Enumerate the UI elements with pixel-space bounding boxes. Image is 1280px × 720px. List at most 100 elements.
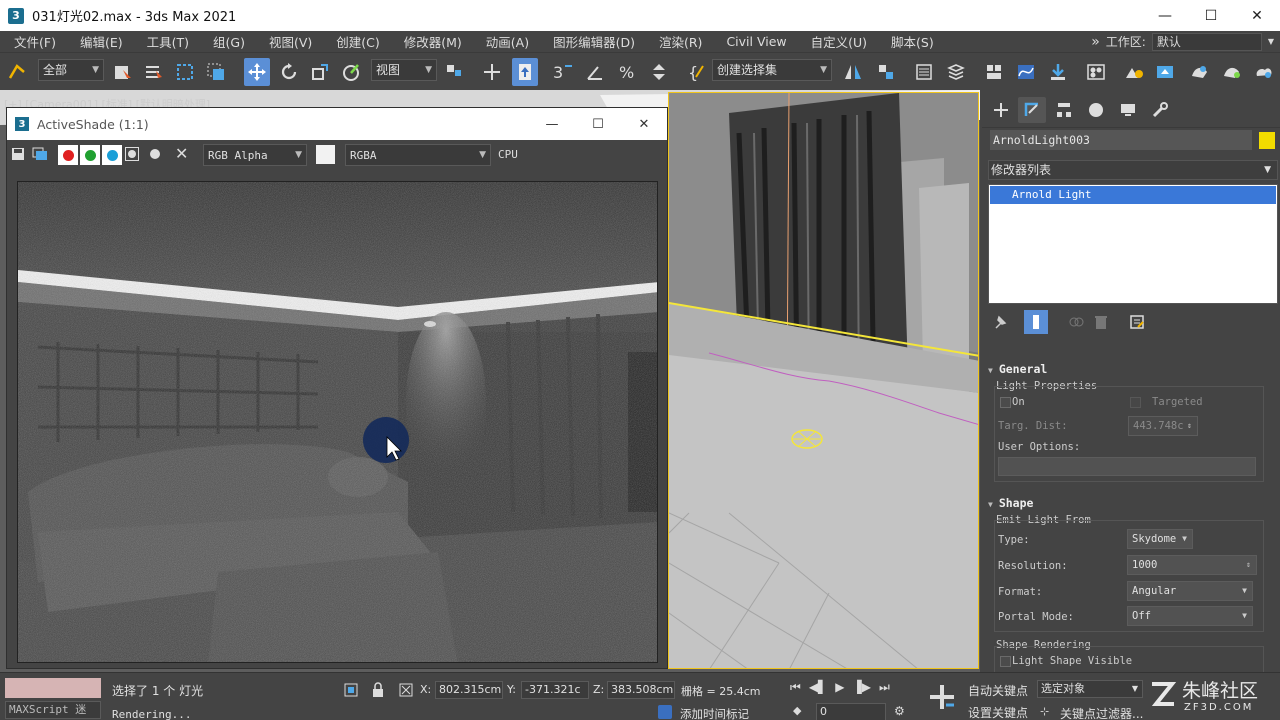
material-editor-icon[interactable] — [1083, 58, 1109, 86]
align-icon[interactable] — [873, 58, 899, 86]
workspace-select[interactable]: 默认 — [1151, 32, 1262, 51]
render-production-icon[interactable] — [1187, 58, 1213, 86]
activeshade-maximize-button[interactable]: ☐ — [575, 108, 621, 140]
snaps-toggle-icon[interactable]: 3 — [550, 58, 576, 86]
mirror-icon[interactable] — [840, 58, 866, 86]
targ-dist-spinner[interactable]: 443.748c ⇕ — [1128, 416, 1198, 436]
set-key-big-icon[interactable] — [928, 683, 956, 714]
close-button[interactable]: ✕ — [1234, 0, 1280, 31]
schematic-view-icon[interactable] — [1045, 58, 1071, 86]
toggle-ribbon-icon[interactable] — [981, 58, 1007, 86]
placement-tool-icon[interactable] — [338, 58, 364, 86]
menu-rendering[interactable]: 渲染(R) — [645, 32, 702, 51]
menu-scripting[interactable]: 脚本(S) — [877, 32, 934, 51]
x-coordinate-field[interactable]: 802.315cm — [435, 681, 503, 699]
activeshade-title-bar[interactable]: 3 ActiveShade (1:1) — ☐ ✕ — [7, 108, 667, 140]
green-channel-icon[interactable] — [80, 145, 100, 165]
auto-key-button[interactable]: 自动关键点 — [968, 682, 1028, 699]
display-tab-icon[interactable] — [1114, 97, 1142, 123]
modifier-list-dropdown[interactable]: 修改器列表 ▼ — [988, 160, 1278, 180]
rotate-tool-icon[interactable] — [276, 58, 302, 86]
goto-end-icon[interactable]: ⏭ — [879, 680, 890, 695]
menu-customize[interactable]: 自定义(U) — [797, 32, 867, 51]
goto-start-icon[interactable]: ⏮ — [790, 680, 801, 695]
clone-window-icon[interactable] — [32, 147, 48, 164]
maximize-button[interactable]: ☐ — [1188, 0, 1234, 31]
previous-frame-icon[interactable]: ◀▌ — [809, 680, 827, 695]
menu-graph-editors[interactable]: 图形编辑器(D) — [539, 32, 635, 51]
object-color-swatch[interactable] — [1259, 132, 1275, 149]
save-image-icon[interactable] — [11, 147, 25, 164]
next-frame-icon[interactable]: ▐▶ — [853, 680, 871, 695]
link-icon[interactable] — [4, 58, 30, 86]
blue-channel-icon[interactable] — [102, 145, 122, 165]
menu-edit[interactable]: 编辑(E) — [66, 32, 123, 51]
create-tab-icon[interactable] — [987, 97, 1015, 123]
render-element-dropdown[interactable]: RGBA ▼ — [345, 144, 491, 166]
render-activeshade-icon[interactable] — [1219, 58, 1245, 86]
pin-stack-icon[interactable] — [992, 314, 1008, 333]
y-coordinate-field[interactable]: -371.321c — [521, 681, 589, 699]
reference-coordinate-dropdown[interactable]: 视图 ▼ — [371, 59, 437, 81]
key-filters-button[interactable]: 关键点过滤器... — [1060, 705, 1143, 720]
color-swatch-icon[interactable] — [316, 145, 335, 164]
configure-modifier-sets-icon[interactable] — [1129, 314, 1145, 333]
menu-overflow-button[interactable]: » — [1091, 34, 1100, 50]
menu-tools[interactable]: 工具(T) — [133, 32, 189, 51]
maxscript-mini-listener[interactable]: MAXScript 迷 — [5, 701, 101, 719]
keyboard-shortcut-override-icon[interactable] — [512, 58, 538, 86]
clear-icon[interactable]: ✕ — [175, 144, 188, 163]
selection-filter-dropdown[interactable]: 全部 ▼ — [38, 59, 104, 81]
light-shape-visible-checkbox[interactable] — [1000, 656, 1011, 667]
show-end-result-icon[interactable] — [1024, 310, 1048, 334]
window-crossing-icon[interactable] — [203, 58, 229, 86]
object-name-field[interactable]: ArnoldLight003 — [990, 130, 1252, 150]
current-frame-field[interactable]: 0 — [816, 703, 886, 720]
select-by-name-icon[interactable] — [141, 58, 167, 86]
play-icon[interactable]: ▶ — [835, 680, 844, 695]
menu-animation[interactable]: 动画(A) — [472, 32, 529, 51]
motion-tab-icon[interactable] — [1082, 97, 1110, 123]
perspective-viewport[interactable] — [668, 92, 979, 669]
edit-named-selection-icon[interactable]: { — [684, 58, 710, 86]
activeshade-minimize-button[interactable]: — — [529, 108, 575, 140]
render-setup-icon[interactable] — [1121, 58, 1147, 86]
general-rollout-header[interactable]: ▼ General — [988, 362, 1268, 378]
activeshade-render-canvas[interactable] — [17, 181, 658, 663]
z-coordinate-field[interactable]: 383.508cm — [607, 681, 675, 699]
key-mode-icon[interactable]: ◆ — [793, 704, 801, 717]
render-cloud-icon[interactable] — [1251, 58, 1277, 86]
select-object-icon[interactable] — [110, 58, 136, 86]
menu-view[interactable]: 视图(V) — [255, 32, 312, 51]
utilities-tab-icon[interactable] — [1146, 97, 1174, 123]
layer-explorer-icon[interactable] — [943, 58, 969, 86]
resolution-spinner[interactable]: 1000 ⇕ — [1127, 555, 1257, 575]
selected-object-dropdown[interactable]: 选定对象 ▼ — [1037, 680, 1143, 698]
type-dropdown[interactable]: Skydome ▼ — [1127, 529, 1193, 549]
monochrome-icon[interactable] — [150, 149, 160, 159]
user-options-field[interactable] — [998, 457, 1256, 476]
selection-lock-icon[interactable] — [371, 682, 385, 701]
channel-display-dropdown[interactable]: RGB Alpha ▼ — [203, 144, 307, 166]
pivot-center-icon[interactable] — [441, 58, 467, 86]
menu-file[interactable]: 文件(F) — [0, 32, 56, 51]
select-manipulate-icon[interactable] — [479, 58, 505, 86]
maxscript-listener-pink[interactable] — [5, 678, 101, 698]
scene-explorer-icon[interactable] — [911, 58, 937, 86]
minimize-button[interactable]: — — [1142, 0, 1188, 31]
modify-tab-icon[interactable] — [1018, 97, 1046, 123]
on-checkbox[interactable] — [1000, 397, 1011, 408]
stack-item-arnold-light[interactable]: Arnold Light — [990, 186, 1276, 204]
menu-group[interactable]: 组(G) — [199, 32, 245, 51]
curve-editor-icon[interactable] — [1013, 58, 1039, 86]
move-tool-icon[interactable] — [244, 58, 270, 86]
scale-tool-icon[interactable] — [307, 58, 333, 86]
angle-snap-icon[interactable] — [582, 58, 608, 86]
activeshade-close-button[interactable]: ✕ — [621, 108, 667, 140]
rect-selection-icon[interactable] — [172, 58, 198, 86]
alpha-channel-icon[interactable] — [125, 147, 139, 161]
menu-civil-view[interactable]: Civil View — [712, 34, 786, 49]
targeted-checkbox[interactable] — [1130, 397, 1141, 408]
remove-modifier-icon[interactable] — [1094, 314, 1108, 333]
workspace-dropdown-icon[interactable]: ▼ — [1268, 37, 1274, 46]
